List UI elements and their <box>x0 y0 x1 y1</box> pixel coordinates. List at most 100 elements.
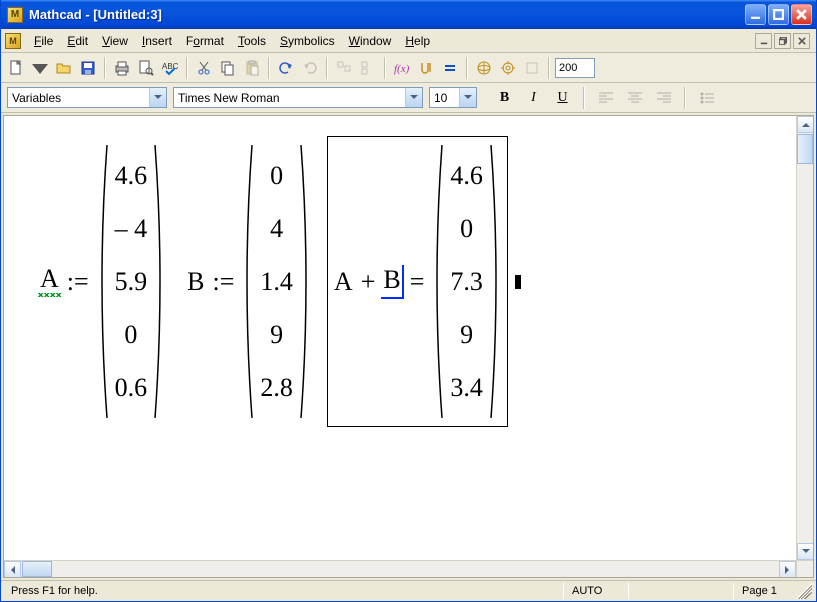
status-bar: Press F1 for help. AUTO Page 1 <box>1 580 816 601</box>
matrix-cell: 0 <box>450 204 483 253</box>
status-help-text: Press F1 for help. <box>5 585 561 597</box>
undo-button[interactable] <box>275 57 297 79</box>
math-region-result[interactable]: A + B = 4.6 0 7.3 9 3.4 <box>327 136 508 427</box>
mdi-restore-button[interactable] <box>774 33 791 49</box>
menu-insert[interactable]: Insert <box>135 32 179 50</box>
menu-edit[interactable]: Edit <box>60 32 95 50</box>
open-button[interactable] <box>53 57 75 79</box>
menu-bar: M File Edit View Insert Format Tools Sym… <box>1 29 816 53</box>
status-page: Page 1 <box>736 585 796 597</box>
print-button[interactable] <box>111 57 133 79</box>
window-title: Mathcad - [Untitled:3] <box>29 7 745 22</box>
menu-file[interactable]: File <box>27 32 60 50</box>
minimize-button[interactable] <box>745 4 766 25</box>
style-combo[interactable]: Variables <box>7 87 167 108</box>
matrix-cell: 1.4 <box>260 257 293 306</box>
matrix-cell: 0 <box>115 310 148 359</box>
align-center-button <box>623 87 646 109</box>
status-auto: AUTO <box>566 585 626 597</box>
paste-button <box>241 57 263 79</box>
insert-component-button[interactable] <box>497 57 519 79</box>
variable-b: B <box>185 267 206 297</box>
assign-operator: := <box>61 267 95 297</box>
font-combo-value: Times New Roman <box>174 91 405 105</box>
matrix-cell: 7.3 <box>450 257 483 306</box>
menu-view[interactable]: View <box>95 32 135 50</box>
menu-help[interactable]: Help <box>398 32 437 50</box>
variable-b-ref: B <box>381 265 403 299</box>
size-combo-value: 10 <box>430 91 459 105</box>
copy-button[interactable] <box>217 57 239 79</box>
chevron-down-icon[interactable] <box>149 88 166 107</box>
matrix-cell: 4.6 <box>450 151 483 200</box>
bullets-button <box>695 87 718 109</box>
maximize-button[interactable] <box>768 4 789 25</box>
vertical-scrollbar[interactable] <box>796 116 813 560</box>
size-combo[interactable]: 10 <box>429 87 477 108</box>
run-button <box>521 57 543 79</box>
insert-unit-button[interactable] <box>415 57 437 79</box>
matrix-cell: 0 <box>260 151 293 200</box>
menu-symbolics[interactable]: Symbolics <box>273 32 342 50</box>
scroll-up-icon[interactable] <box>797 116 813 133</box>
menu-tools[interactable]: Tools <box>231 32 273 50</box>
matrix-cell: 3.4 <box>450 363 483 412</box>
italic-button[interactable]: I <box>522 87 545 109</box>
underline-button[interactable]: U <box>551 87 574 109</box>
svg-text:ABC: ABC <box>162 62 178 71</box>
matrix-cell: 9 <box>260 310 293 359</box>
document-icon[interactable]: M <box>5 33 21 49</box>
bold-button[interactable]: B <box>493 87 516 109</box>
menu-format[interactable]: Format <box>179 32 231 50</box>
matrix-cell: 9 <box>450 310 483 359</box>
redo-button <box>299 57 321 79</box>
save-button[interactable] <box>77 57 99 79</box>
horizontal-scrollbar[interactable] <box>4 560 796 577</box>
chevron-down-icon[interactable] <box>405 88 422 107</box>
resize-grip-icon[interactable] <box>796 583 812 599</box>
equals-operator: = <box>404 267 431 297</box>
chevron-down-icon[interactable] <box>459 88 476 107</box>
mdi-close-button[interactable] <box>793 33 810 49</box>
matrix-result: 4.6 0 7.3 9 3.4 <box>430 143 503 420</box>
scroll-right-icon[interactable] <box>779 561 796 577</box>
cut-button[interactable] <box>193 57 215 79</box>
matrix-a: 4.6 – 4 5.9 0 0.6 <box>95 143 168 420</box>
scroll-left-icon[interactable] <box>4 561 21 577</box>
matrix-cell: 5.9 <box>115 257 148 306</box>
matrix-cell: 0.6 <box>115 363 148 412</box>
new-dropdown-icon[interactable] <box>29 57 51 79</box>
scroll-thumb[interactable] <box>797 134 813 164</box>
plus-operator: + <box>355 267 382 297</box>
worksheet-container: A := 4.6 – 4 5.9 0 0.6 B := <box>3 115 814 578</box>
spell-check-button[interactable]: ABC <box>159 57 181 79</box>
matrix-cell: 4 <box>260 204 293 253</box>
scroll-down-icon[interactable] <box>797 543 813 560</box>
insert-function-button[interactable]: f(x) <box>391 57 413 79</box>
standard-toolbar: ABC f(x) 200 <box>1 53 816 83</box>
scroll-thumb[interactable] <box>22 561 52 577</box>
align-down-button <box>357 57 379 79</box>
matrix-cell: 2.8 <box>260 363 293 412</box>
assign-operator: := <box>207 267 241 297</box>
font-combo[interactable]: Times New Roman <box>173 87 423 108</box>
matrix-b: 0 4 1.4 9 2.8 <box>240 143 313 420</box>
app-icon: M <box>7 7 23 23</box>
matrix-cell: – 4 <box>115 204 148 253</box>
style-combo-value: Variables <box>8 91 149 105</box>
new-button[interactable] <box>5 57 27 79</box>
worksheet[interactable]: A := 4.6 – 4 5.9 0 0.6 B := <box>4 116 813 577</box>
menu-window[interactable]: Window <box>342 32 399 50</box>
title-bar: M Mathcad - [Untitled:3] <box>1 0 816 29</box>
close-button[interactable] <box>791 4 812 25</box>
math-region-b[interactable]: B := 0 4 1.4 9 2.8 <box>181 137 317 426</box>
print-preview-button[interactable] <box>135 57 157 79</box>
math-region-a[interactable]: A := 4.6 – 4 5.9 0 0.6 <box>34 137 171 426</box>
calculate-button[interactable] <box>439 57 461 79</box>
insert-hyperlink-button[interactable] <box>473 57 495 79</box>
zoom-input[interactable]: 200 <box>555 58 595 78</box>
align-right-button <box>652 87 675 109</box>
mdi-minimize-button[interactable] <box>755 33 772 49</box>
svg-text:f(x): f(x) <box>394 63 410 75</box>
align-regions-button <box>333 57 355 79</box>
